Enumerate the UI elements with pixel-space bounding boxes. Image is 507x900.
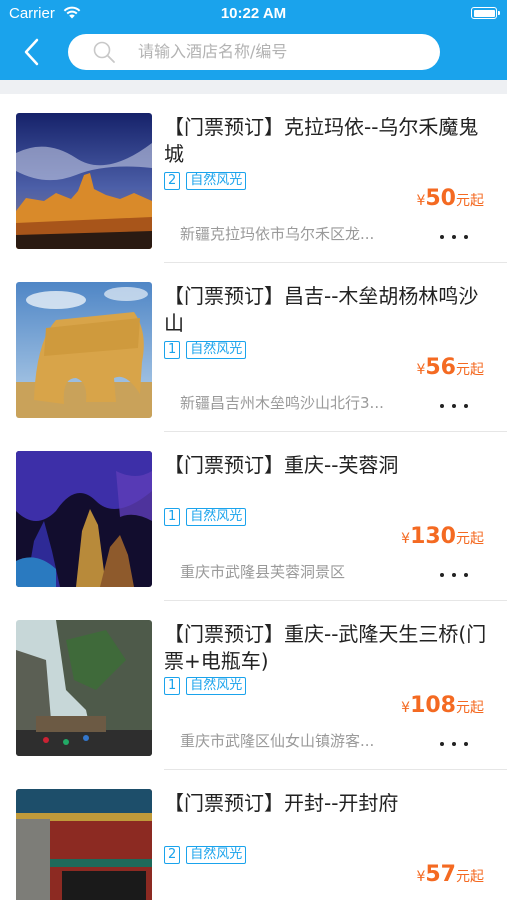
tag-row: 2 自然风光 xyxy=(164,846,247,864)
list-item[interactable]: 【门票预订】重庆--芙蓉洞 1 自然风光 ¥130元起 重庆市武隆县芙蓉洞景区 xyxy=(0,432,507,601)
more-icon[interactable] xyxy=(440,570,470,580)
count-badge: 1 xyxy=(164,677,181,695)
list-item[interactable]: 【门票预订】克拉玛依--乌尔禾魔鬼城 2 自然风光 ¥50元起 新疆克拉玛依市乌… xyxy=(0,94,507,263)
item-title: 【门票预订】开封--开封府 xyxy=(164,791,399,815)
category-tag: 自然风光 xyxy=(186,508,247,526)
price-label: ¥56元起 xyxy=(416,355,484,380)
category-tag: 自然风光 xyxy=(186,677,247,695)
scenic-thumbnail xyxy=(16,451,152,587)
list-item[interactable]: 【门票预订】开封--开封府 2 自然风光 ¥57元起 xyxy=(0,770,507,900)
price-label: ¥108元起 xyxy=(401,693,484,718)
item-title: 【门票预订】重庆--芙蓉洞 xyxy=(164,453,399,477)
price-label: ¥130元起 xyxy=(401,524,484,549)
search-placeholder: 请输入酒店名称/编号 xyxy=(138,42,288,61)
list-item[interactable]: 【门票预订】重庆--武隆天生三桥(门票+电瓶车) 1 自然风光 ¥108元起 重… xyxy=(0,601,507,770)
tag-row: 1 自然风光 xyxy=(164,508,247,526)
count-badge: 2 xyxy=(164,172,181,190)
more-icon[interactable] xyxy=(440,401,470,411)
more-icon[interactable] xyxy=(440,739,470,749)
clock-time: 10:22 AM xyxy=(220,5,287,22)
count-badge: 2 xyxy=(164,846,181,864)
nav-header: Carrier 10:22 AM 请输入酒店名称/编号 xyxy=(0,0,507,80)
tag-row: 2 自然风光 xyxy=(164,172,247,190)
back-arrow-icon[interactable] xyxy=(20,37,46,67)
section-gap xyxy=(0,80,507,94)
more-icon[interactable] xyxy=(440,232,470,242)
scenic-thumbnail xyxy=(16,789,152,900)
category-tag: 自然风光 xyxy=(186,172,247,190)
status-bar: Carrier 10:22 AM xyxy=(0,0,507,28)
tag-row: 1 自然风光 xyxy=(164,341,247,359)
item-title: 【门票预订】昌吉--木垒胡杨林鸣沙山 xyxy=(164,284,479,335)
item-address: 新疆克拉玛依市乌尔禾区龙... xyxy=(180,225,375,243)
count-badge: 1 xyxy=(164,341,181,359)
count-badge: 1 xyxy=(164,508,181,526)
search-input[interactable]: 请输入酒店名称/编号 xyxy=(68,34,440,70)
item-address: 新疆昌吉州木垒鸣沙山北行3... xyxy=(180,394,384,412)
category-tag: 自然风光 xyxy=(186,846,247,864)
battery-icon xyxy=(471,7,500,19)
tag-row: 1 自然风光 xyxy=(164,677,247,695)
price-label: ¥57元起 xyxy=(416,862,484,887)
search-icon xyxy=(93,41,115,63)
category-tag: 自然风光 xyxy=(186,341,247,359)
price-label: ¥50元起 xyxy=(416,186,484,211)
scenic-thumbnail xyxy=(16,113,152,249)
scenic-thumbnail xyxy=(16,282,152,418)
item-address: 重庆市武隆区仙女山镇游客... xyxy=(180,732,375,750)
item-title: 【门票预订】重庆--武隆天生三桥(门票+电瓶车) xyxy=(164,622,487,673)
item-address: 重庆市武隆县芙蓉洞景区 xyxy=(180,563,346,581)
scenic-thumbnail xyxy=(16,620,152,756)
item-title: 【门票预订】克拉玛依--乌尔禾魔鬼城 xyxy=(164,115,479,166)
list-item[interactable]: 【门票预订】昌吉--木垒胡杨林鸣沙山 1 自然风光 ¥56元起 新疆昌吉州木垒鸣… xyxy=(0,263,507,432)
